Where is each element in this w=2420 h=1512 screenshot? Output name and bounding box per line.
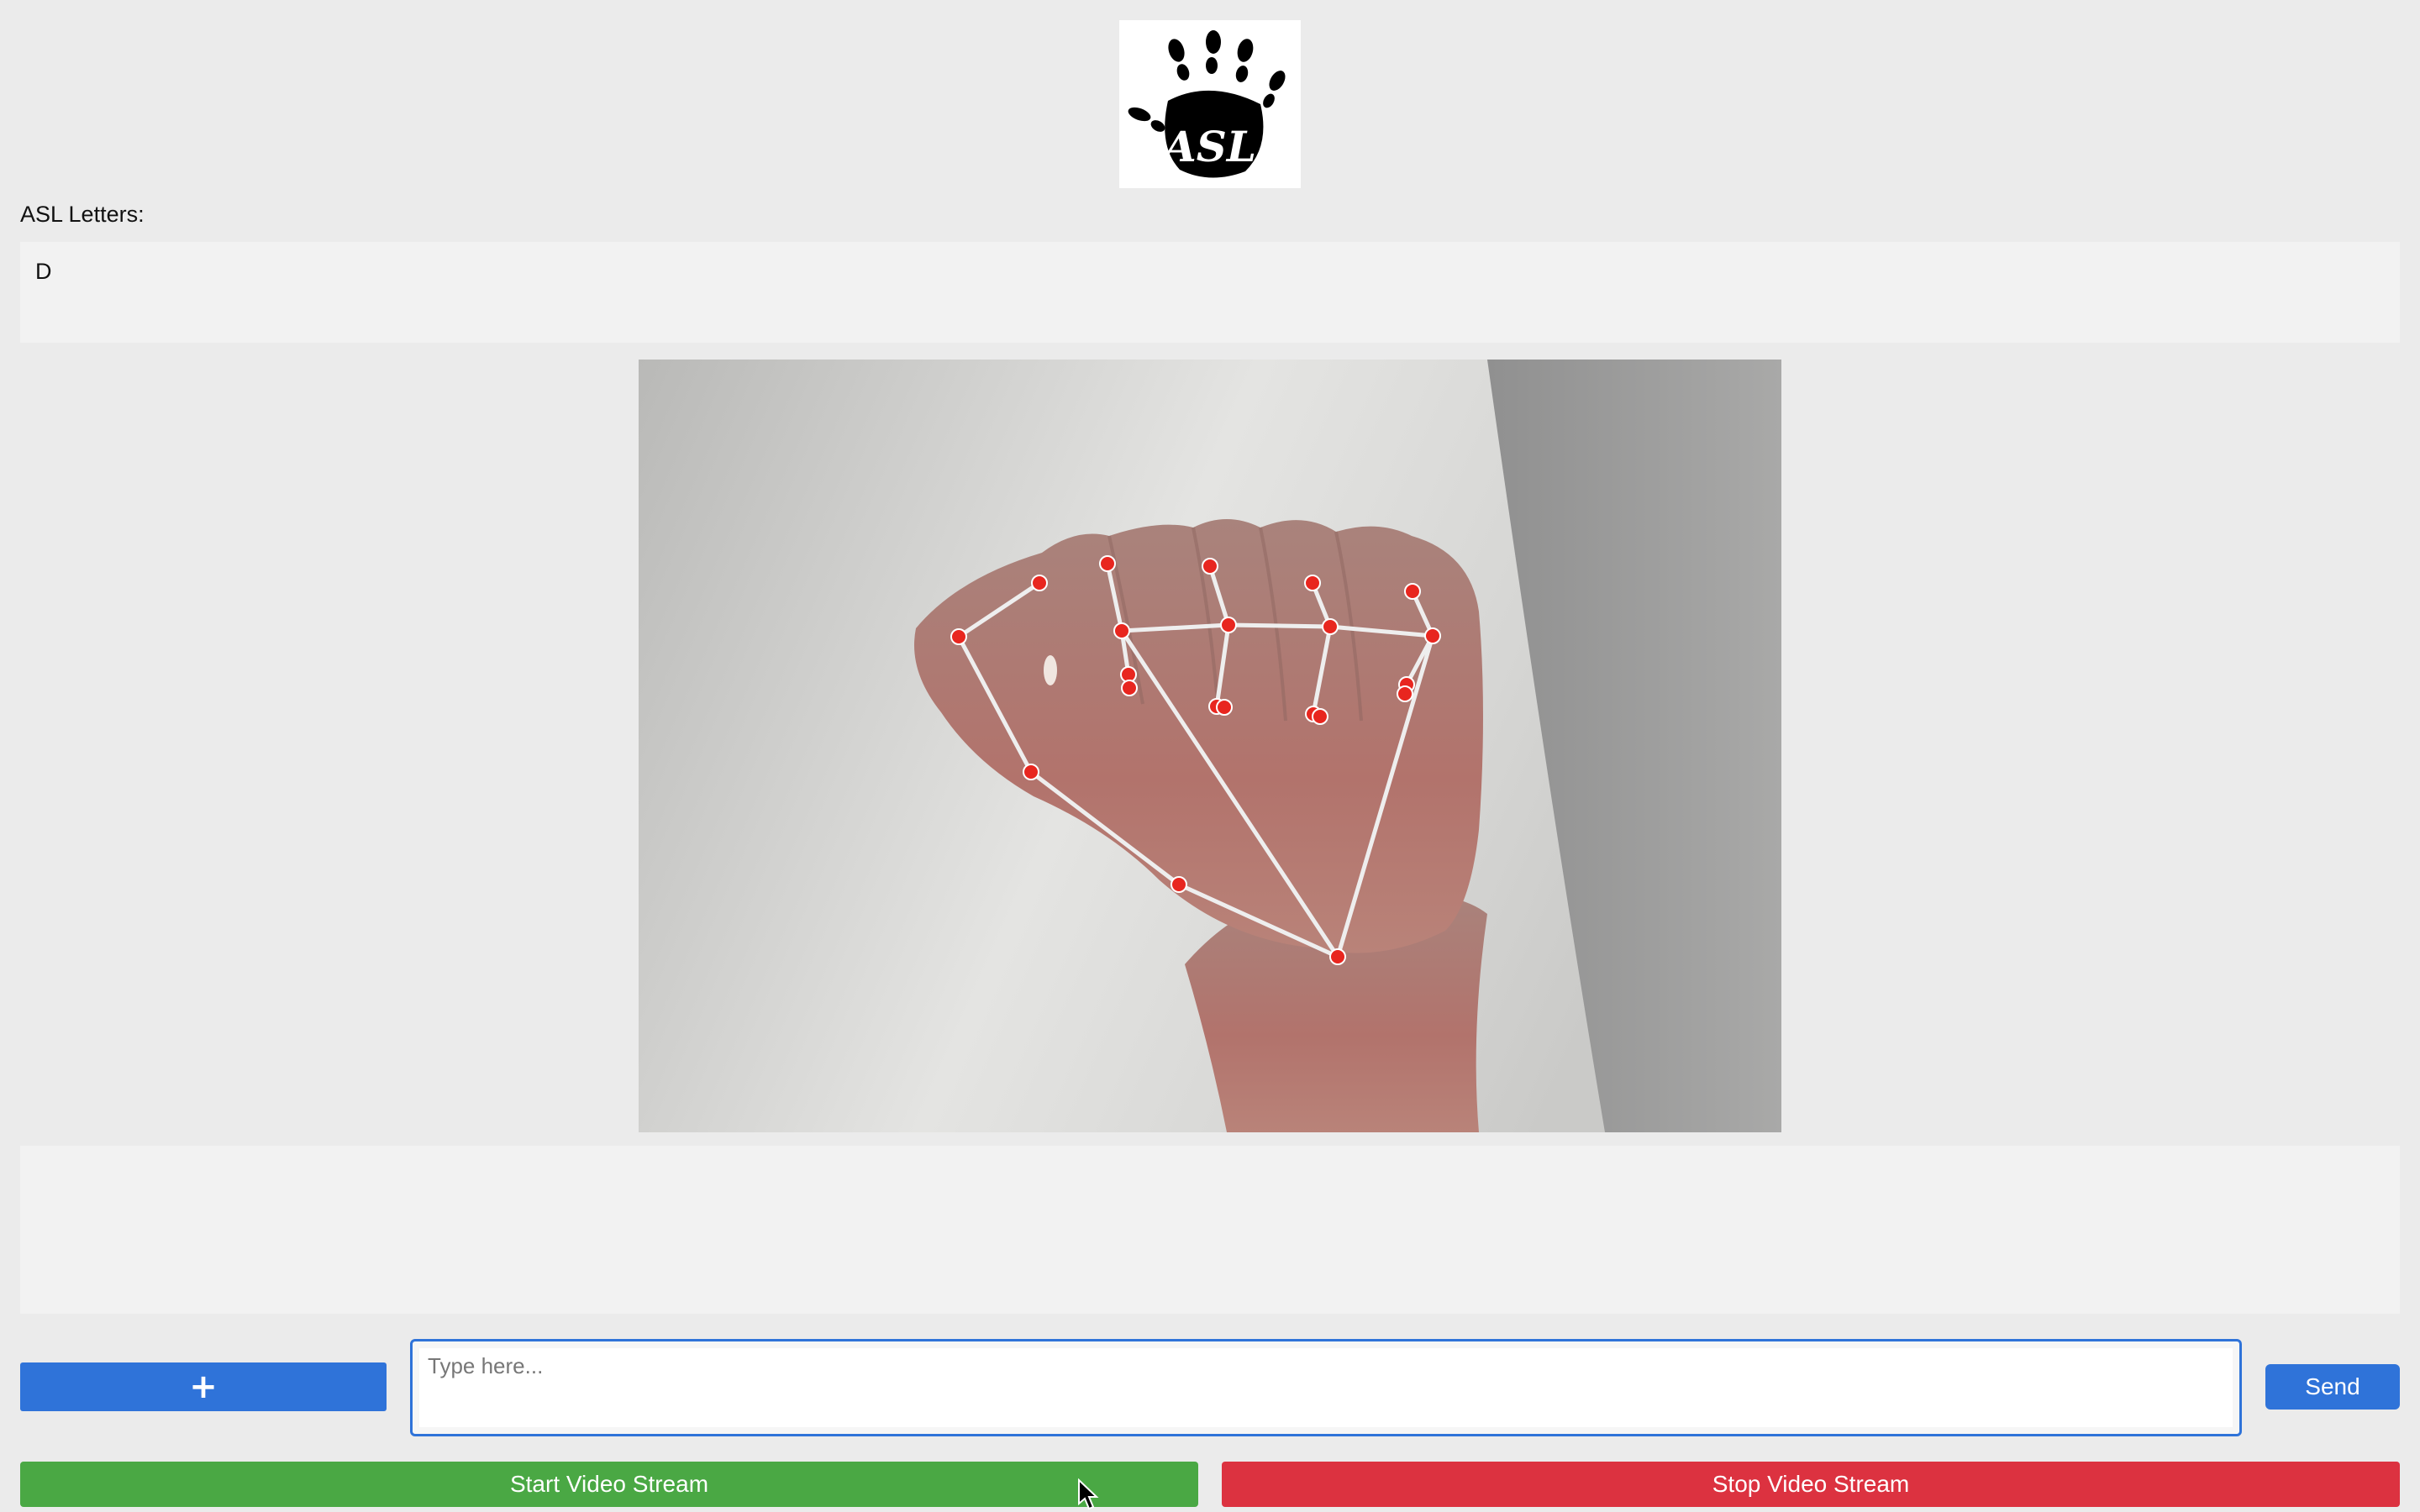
landmark-point (1424, 627, 1441, 644)
landmark-point (1404, 583, 1421, 600)
translation-output (20, 1146, 2400, 1314)
start-video-stream-button[interactable]: Start Video Stream (20, 1462, 1198, 1507)
landmark-connection (1228, 622, 1331, 629)
detected-letters: D (35, 259, 52, 284)
asl-app-page: ASL ASL Letters: D + Type here... Send S… (0, 0, 2420, 1512)
landmark-point (1023, 764, 1039, 780)
landmark-point (1121, 680, 1138, 696)
landmark-point (1202, 558, 1218, 575)
landmark-point (1329, 948, 1346, 965)
hand-logo-icon: ASL (1128, 30, 1286, 178)
hand-landmark-video-icon (639, 360, 1781, 1132)
landmark-point (1113, 622, 1130, 639)
landmark-point (1220, 617, 1237, 633)
landmark-point (950, 628, 967, 645)
landmark-point (1099, 555, 1116, 572)
landmark-point (1397, 685, 1413, 702)
asl-letters-label: ASL Letters: (20, 202, 145, 227)
add-button[interactable]: + (20, 1362, 387, 1411)
stop-video-stream-button[interactable]: Stop Video Stream (1222, 1462, 2400, 1507)
landmark-point (1171, 876, 1187, 893)
message-input[interactable] (410, 1339, 2242, 1436)
landmark-point (1216, 699, 1233, 716)
logo-text: ASL (1160, 122, 1256, 171)
landmark-point (1322, 618, 1339, 635)
landmark-point (1031, 575, 1048, 591)
asl-logo: ASL (1119, 20, 1301, 188)
landmark-point (1312, 708, 1328, 725)
landmark-point (1304, 575, 1321, 591)
video-stream (639, 360, 1781, 1132)
send-button[interactable]: Send (2265, 1364, 2400, 1410)
asl-letters-output: D (20, 242, 2400, 343)
